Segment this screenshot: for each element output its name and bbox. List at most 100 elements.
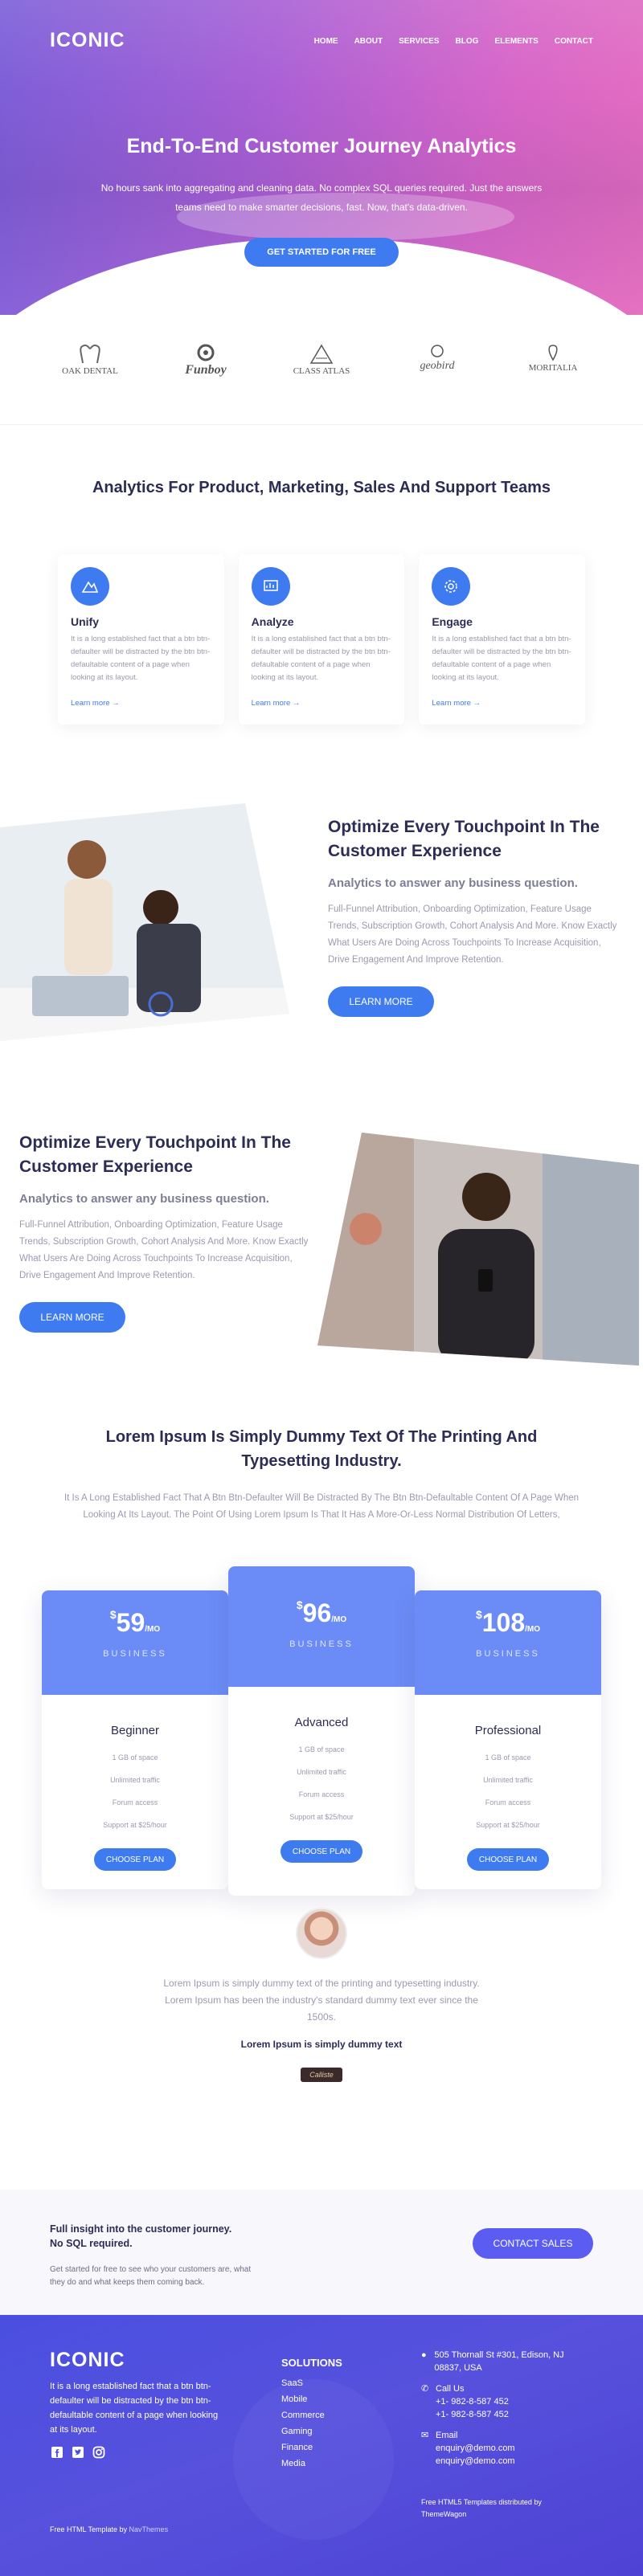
contact-sales-button[interactable]: CONTACT SALES	[473, 2228, 593, 2259]
plan-features: 1 GB of space Unlimited traffic Forum ac…	[476, 1753, 540, 1829]
nav-blog[interactable]: BLOG	[456, 37, 479, 46]
feature-title: Unify	[71, 615, 99, 628]
feature-card-engage: Engage It is a long established fact tha…	[419, 554, 585, 725]
cta-title: Full insight into the customer journey. …	[50, 2223, 232, 2249]
brand-logo[interactable]: ICONIC	[50, 29, 125, 52]
oak-dental-icon	[80, 344, 100, 364]
woman-phone-photo	[317, 1133, 639, 1366]
touchpoint-block-2: Optimize Every Touchpoint In The Custome…	[19, 1131, 309, 1333]
phone-number[interactable]: +1- 982-8-587 452	[436, 2408, 509, 2421]
plan-card-advanced: $96/MO BUSINESS Advanced 1 GB of space U…	[228, 1566, 415, 1896]
learn-more-link[interactable]: Learn more →	[252, 699, 392, 708]
partner-logo-oak-dental: OAK DENTAL	[42, 344, 138, 378]
office-women-photo	[0, 803, 289, 1041]
location-pin-icon: ●	[421, 2350, 427, 2360]
feature-text: It is a long established fact that a btn…	[71, 635, 211, 682]
nav-services[interactable]: SERVICES	[399, 37, 439, 46]
plan-price: $108/MO	[475, 1608, 541, 1637]
learn-more-button[interactable]: LEARN MORE	[328, 986, 434, 1017]
phone-number[interactable]: +1- 982-8-587 452	[436, 2395, 509, 2408]
address-text: 505 Thornall St #301, Edison, NJ 08837, …	[434, 2350, 564, 2373]
themewagon-link[interactable]: ThemeWagon	[421, 2510, 466, 2518]
solution-link-gaming[interactable]: Gaming	[281, 2427, 342, 2436]
feature-text: It is a long established fact that a btn…	[432, 635, 571, 682]
features-title: Analytics For Product, Marketing, Sales …	[92, 479, 551, 496]
learn-more-link[interactable]: Learn more →	[71, 699, 211, 708]
solution-link-media[interactable]: Media	[281, 2459, 342, 2468]
partner-logo-moritalia: MORITALIA	[505, 344, 601, 378]
get-started-button[interactable]: GET STARTED FOR FREE	[244, 238, 399, 267]
footer-credit: Free HTML5 Templates distributed by Them…	[421, 2498, 542, 2518]
instagram-icon[interactable]	[92, 2445, 106, 2460]
moritalia-icon	[548, 345, 558, 361]
block1-title: Optimize Every Touchpoint In The Custome…	[328, 818, 600, 860]
pricing-text: It Is A Long Established Fact That A Btn…	[63, 1493, 580, 1520]
solution-link-mobile[interactable]: Mobile	[281, 2394, 342, 2404]
footer-contact: ● 505 Thornall St #301, Edison, NJ 08837…	[421, 2349, 590, 2476]
plan-name: Beginner	[110, 1724, 160, 1737]
hero-title: End-To-End Customer Journey Analytics	[126, 135, 517, 157]
navthemes-link[interactable]: NavThemes	[129, 2525, 169, 2533]
partner-logo-funboy: Funboy	[158, 344, 254, 378]
solution-link-finance[interactable]: Finance	[281, 2443, 342, 2452]
hero-subtitle: No hours sank into aggregating and clean…	[100, 182, 543, 213]
choose-plan-button[interactable]: CHOOSE PLAN	[467, 1848, 549, 1871]
plan-features: 1 GB of space Unlimited traffic Forum ac…	[103, 1753, 167, 1829]
touchpoint-block-1: Optimize Every Touchpoint In The Custome…	[328, 815, 617, 1017]
plan-card-beginner: $59/MO BUSINESS Beginner 1 GB of space U…	[42, 1590, 228, 1889]
learn-more-button[interactable]: LEARN MORE	[19, 1302, 125, 1333]
call-label: Call Us	[436, 2384, 465, 2394]
nav-home[interactable]: HOME	[314, 37, 338, 46]
solutions-title: SOLUTIONS	[281, 2357, 342, 2369]
class-atlas-icon	[309, 344, 334, 364]
plan-name: Professional	[474, 1724, 542, 1737]
choose-plan-button[interactable]: CHOOSE PLAN	[94, 1848, 176, 1871]
plan-tier: BUSINESS	[476, 1649, 540, 1659]
address-row: ● 505 Thornall St #301, Edison, NJ 08837…	[421, 2349, 590, 2374]
block1-subtitle: Analytics to answer any business questio…	[328, 876, 578, 890]
section-divider	[0, 424, 643, 425]
testimonial-name: Lorem Ipsum is simply dummy text	[240, 2039, 403, 2050]
block2-subtitle: Analytics to answer any business questio…	[19, 1192, 269, 1206]
plan-card-professional: $108/MO BUSINESS Professional 1 GB of sp…	[415, 1590, 601, 1889]
choose-plan-button[interactable]: CHOOSE PLAN	[281, 1840, 362, 1863]
facebook-icon[interactable]	[50, 2445, 64, 2460]
plan-header: $59/MO BUSINESS	[42, 1590, 228, 1695]
cta-text: Get started for free to see who your cus…	[50, 2265, 252, 2287]
partner-logo-class-atlas: CLASS ATLAS	[273, 344, 370, 378]
nav-elements[interactable]: ELEMENTS	[494, 37, 538, 46]
pricing-title: Lorem Ipsum Is Simply Dummy Text Of The …	[105, 1428, 538, 1470]
plan-name: Advanced	[294, 1716, 349, 1729]
block1-text: Full-Funnel Attribution, Onboarding Opti…	[328, 904, 617, 965]
plan-header: $96/MO BUSINESS	[228, 1566, 415, 1687]
feature-card-analyze: Analyze It is a long established fact th…	[239, 554, 405, 725]
footer: ICONIC It is a long established fact tha…	[0, 2315, 643, 2576]
mountain-icon	[71, 567, 109, 606]
footer-solutions: SOLUTIONS SaaS Mobile Commerce Gaming Fi…	[281, 2357, 342, 2475]
feature-text: It is a long established fact that a btn…	[251, 635, 391, 682]
twitter-icon[interactable]	[71, 2445, 85, 2460]
funboy-icon	[197, 344, 215, 361]
email-address[interactable]: enquiry@demo.com	[436, 2442, 515, 2455]
chart-icon	[251, 567, 290, 606]
learn-more-link[interactable]: Learn more →	[432, 699, 572, 708]
block2-text: Full-Funnel Attribution, Onboarding Opti…	[19, 1220, 309, 1280]
pricing-plans: $59/MO BUSINESS Beginner 1 GB of space U…	[42, 1566, 601, 1896]
plan-tier: BUSINESS	[103, 1649, 167, 1659]
nav-about[interactable]: ABOUT	[354, 37, 383, 46]
features-cards: Unify It is a long established fact that…	[58, 554, 585, 725]
plan-price: $96/MO	[296, 1598, 347, 1627]
block2-title: Optimize Every Touchpoint In The Custome…	[19, 1133, 291, 1176]
plan-header: $108/MO BUSINESS	[415, 1590, 601, 1695]
solution-link-commerce[interactable]: Commerce	[281, 2411, 342, 2420]
main-nav: HOME ABOUT SERVICES BLOG ELEMENTS CONTAC…	[314, 37, 593, 46]
avatar	[296, 1908, 347, 1959]
hero-section: ICONIC HOME ABOUT SERVICES BLOG ELEMENTS…	[0, 0, 643, 315]
email-address[interactable]: enquiry@demo.com	[436, 2455, 515, 2468]
geobird-icon	[431, 345, 444, 357]
testimonial-section: Lorem Ipsum is simply dummy text of the …	[0, 1908, 643, 2082]
footer-logo[interactable]: ICONIC	[50, 2349, 125, 2372]
solution-link-saas[interactable]: SaaS	[281, 2378, 342, 2388]
phone-row: ✆ Call Us +1- 982-8-587 452 +1- 982-8-58…	[421, 2382, 590, 2421]
nav-contact[interactable]: CONTACT	[555, 37, 593, 46]
